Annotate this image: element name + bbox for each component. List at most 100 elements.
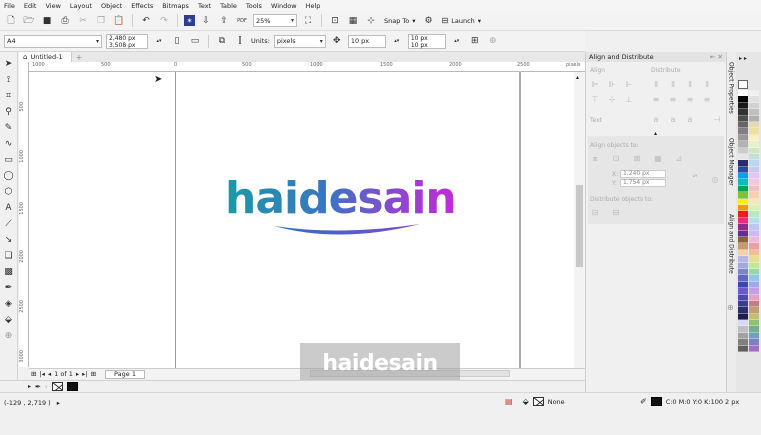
last-page-icon[interactable]: ▸| [82,370,87,378]
rectangle-tool-icon[interactable]: ▭ [2,153,16,166]
page-add-icon[interactable]: ⊞ [31,370,36,378]
export-icon[interactable]: ⇧ [217,14,231,28]
text-baseline-icon[interactable]: a [651,115,661,124]
portrait-icon[interactable]: ▯ [170,34,184,48]
parallel-dimension-icon[interactable]: ⟋ [2,217,16,230]
crop-tool-icon[interactable]: ⌗ [2,89,16,102]
current-page-icon[interactable]: ⫿ [233,34,247,48]
active-objects-icon[interactable]: ⧈ [590,154,600,163]
docker-controls[interactable]: ⇤ ✕ [710,53,723,61]
zoom-combo[interactable]: 25% ▾ [253,14,297,27]
text-tool-icon[interactable]: A [2,201,16,214]
spinner-icon[interactable]: ▴▾ [152,34,166,48]
all-pages-icon[interactable]: ⧉ [215,34,229,48]
settings-icon[interactable]: ⚙ [422,14,436,28]
color-swatch[interactable] [738,345,748,353]
distribute-vspacing-icon[interactable]: ≡ [702,95,712,104]
menu-edit[interactable]: Edit [24,2,37,10]
shape-tool-icon[interactable]: ⟟ [2,73,16,86]
target-icon[interactable]: ◎ [710,175,720,184]
prev-page-icon[interactable]: ◂ [48,370,51,378]
page-edge-icon[interactable]: ⊡ [611,154,621,163]
distribute-bottom-icon[interactable]: ≡ [685,95,695,104]
menu-table[interactable]: Table [220,2,237,10]
launch-button[interactable]: ⊟ Launch ▾ [440,14,484,28]
align-right-icon[interactable]: ⊩ [624,80,634,89]
units-combo[interactable]: pixels ▾ [273,34,326,48]
smart-fill-icon[interactable]: ⬙ [2,313,16,326]
new-icon[interactable]: 🗋 [4,14,18,28]
page-tab[interactable]: Page 1 [105,369,145,379]
ellipse-tool-icon[interactable]: ◯ [2,169,16,182]
coord-y-field[interactable]: 1,754 px [620,179,666,187]
black-swatch[interactable] [66,382,78,391]
undo-icon[interactable]: ↶ [139,14,153,28]
distribute-spacing-icon[interactable]: ⫴ [702,80,712,89]
fullscreen-icon[interactable]: ⛶ [301,14,315,28]
first-page-icon[interactable]: |◂ [39,370,44,378]
eyedropper-icon[interactable]: ✒ [35,383,41,391]
treat-as-filled-icon[interactable]: ⊞ [468,34,482,48]
transparency-icon[interactable]: ▩ [2,265,16,278]
palette-scroll-icon[interactable]: ▸ ▸ [739,55,747,62]
align-bottom-icon[interactable]: ⊥ [624,95,634,104]
distribute-right-icon[interactable]: ⫴ [685,80,695,89]
align-center-h-icon[interactable]: ⊪ [607,80,617,89]
align-left-icon[interactable]: ⊫ [590,80,600,89]
freehand-tool-icon[interactable]: ✎ [2,121,16,134]
artistic-media-icon[interactable]: ∿ [2,137,16,150]
tab-align-distribute[interactable]: Align and Distribute [726,214,736,286]
fill-status[interactable]: ▤ ⬙ None [505,397,565,406]
add-tab-icon[interactable]: + [76,53,83,62]
pdf-icon[interactable]: PDF [235,14,249,28]
rulers-icon[interactable]: ⊡ [328,14,342,28]
no-color-swatch[interactable] [51,382,63,391]
snap-to-button[interactable]: Snap To ▾ [382,14,418,28]
vertical-ruler[interactable]: 500 1000 1500 2000 2500 3000 [19,62,29,367]
logo-text[interactable]: haidesain [225,175,475,223]
menu-layout[interactable]: Layout [70,2,92,10]
palette-column-2[interactable] [749,90,759,353]
menu-file[interactable]: File [4,2,15,10]
next-page-icon[interactable]: ▸ [76,370,79,378]
print-icon[interactable]: ⎙ [58,14,72,28]
tab-object-properties[interactable]: Object Properties [726,62,736,117]
distribute-page-icon[interactable]: ⊟ [611,208,621,217]
zoom-tool-icon[interactable]: ⚲ [2,105,16,118]
distribute-middle-icon[interactable]: ≡ [668,95,678,104]
menu-text[interactable]: Text [198,2,211,10]
coord-x-field[interactable]: 1,240 px [620,170,666,178]
spinner-icon[interactable]: ▴▾ [390,34,404,48]
grid-icon[interactable]: ▦ [346,14,360,28]
add-page-icon[interactable]: ⊞ [91,370,96,378]
color-swatch[interactable] [749,345,759,353]
distribute-center-icon[interactable]: ⫴ [668,80,678,89]
add-icon[interactable]: ⊕ [486,34,500,48]
palette-arrow-icon[interactable]: ▸ [28,383,31,390]
chevron-right-icon[interactable]: ▸ [57,399,60,407]
polygon-tool-icon[interactable]: ⬡ [2,185,16,198]
save-icon[interactable]: ■ [40,14,54,28]
scroll-up-icon[interactable]: ▴ [576,74,579,81]
drop-shadow-icon[interactable]: ❏ [2,249,16,262]
coord-spinner-icon[interactable]: ▴▾ [690,171,700,180]
cut-icon[interactable]: ✂ [76,14,90,28]
tab-object-manager[interactable]: Object Manager [726,138,736,198]
connector-tool-icon[interactable]: ↘ [2,233,16,246]
text-outline-icon[interactable]: a [685,115,695,124]
pick-tool-icon[interactable]: ➤ [2,57,16,70]
menu-object[interactable]: Object [101,2,122,10]
menu-bitmaps[interactable]: Bitmaps [162,2,189,10]
eyedropper-icon[interactable]: ✒ [2,281,16,294]
nudge-distance-field[interactable]: 10 px [347,34,386,48]
outline-status[interactable]: ✐ C:0 M:0 Y:0 K:100 2 px [640,397,739,406]
import-icon[interactable]: ⇩ [199,14,213,28]
menu-help[interactable]: Help [306,2,321,10]
copy-icon[interactable]: ❐ [94,14,108,28]
horizontal-ruler[interactable]: 1000 500 0 500 1000 1500 2000 2500 pixel… [29,62,585,72]
interactive-fill-icon[interactable]: ◈ [2,297,16,310]
align-center-v-icon[interactable]: ⊹ [607,95,617,104]
specified-point-icon[interactable]: ⊿ [674,154,684,163]
menu-window[interactable]: Window [271,2,297,10]
vertical-scroll-thumb[interactable] [576,185,583,267]
